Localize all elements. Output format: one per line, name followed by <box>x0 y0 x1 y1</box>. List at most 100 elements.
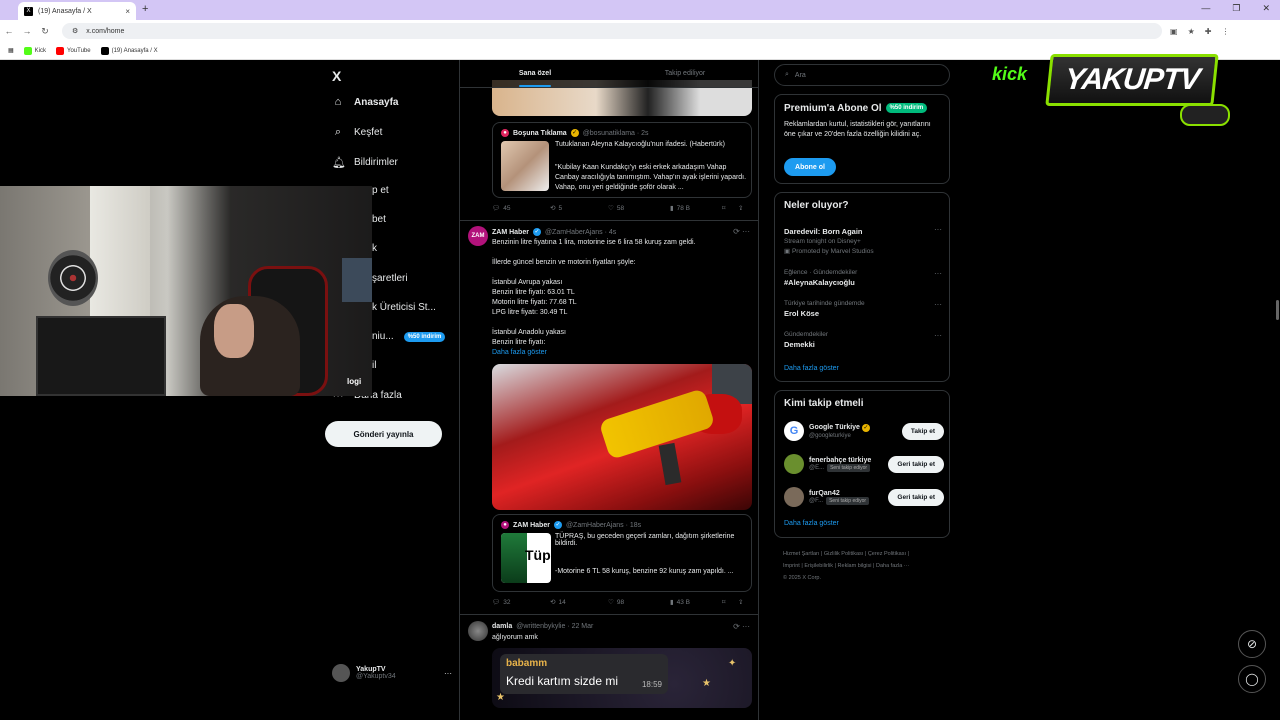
post-author-handle[interactable]: @ZamHaberAjans · 4s <box>545 229 616 236</box>
copyright: © 2025 X Corp. <box>783 575 821 581</box>
nav-creator-studio[interactable]: k Üreticisi St... <box>372 302 436 313</box>
nav-bookmarks[interactable]: şaretleri <box>372 273 408 284</box>
nav-item-partial-3[interactable]: k <box>372 243 377 254</box>
trend-item[interactable]: Daredevil: Born Again Stream tonight on … <box>784 225 942 255</box>
repost-button[interactable]: ⟲ 14 <box>550 598 608 607</box>
post-image-fuel-pump[interactable] <box>492 364 752 510</box>
quoted-post[interactable]: ● Boşuna Tıklama ✓ @bosunatiklama · 2s T… <box>492 122 752 198</box>
trends-show-more-link[interactable]: Daha fazla göster <box>784 365 839 372</box>
back-icon[interactable]: ← <box>0 26 18 36</box>
minimize-icon[interactable]: — <box>1201 3 1210 14</box>
account-switcher[interactable]: YakupTV @Yakuptv34 ··· <box>332 664 452 682</box>
reply-button[interactable]: 💬︎ 45 <box>492 204 550 213</box>
trend-more-icon[interactable]: ··· <box>934 300 942 309</box>
follow-suggestion[interactable]: G Google Türkiye ✓ @googleturkiye Takip … <box>784 419 944 443</box>
footer-link[interactable]: Hizmet Şartları <box>783 551 819 557</box>
verified-badge-icon: ✓ <box>532 228 541 236</box>
subscribe-button[interactable]: Abone ol <box>784 158 836 176</box>
views-button[interactable]: ▮ 78 B <box>670 204 722 213</box>
follow-suggestion[interactable]: furQan42 @F... Seni takip ediyor Geri tak… <box>784 485 944 509</box>
views-button[interactable]: ▮ 43 B <box>670 598 722 607</box>
like-button[interactable]: ♡ 98 <box>608 598 670 607</box>
who-show-more-link[interactable]: Daha fazla göster <box>784 520 839 527</box>
nav-explore[interactable]: ⌕ Keşfet <box>332 126 382 139</box>
apps-icon[interactable]: ▦ <box>8 47 14 54</box>
thumbnail-text: Tüp <box>525 547 551 563</box>
maximize-icon[interactable]: ❐ <box>1232 3 1240 14</box>
nav-profile[interactable]: il <box>372 360 376 371</box>
post-more-icon[interactable]: ⟳ ··· <box>733 227 750 236</box>
tab-following[interactable]: Takip ediliyor <box>610 60 758 87</box>
post-more-icon[interactable]: ⟳ ··· <box>733 622 750 631</box>
footer-link[interactable]: Reklam bilgisi <box>838 563 872 569</box>
nav-premium[interactable]: niu... %50 indirim <box>372 331 446 342</box>
messages-icon[interactable]: ◯ <box>1238 665 1266 693</box>
kick-logo: kick <box>992 64 1028 84</box>
promoted-icon: ▣ <box>784 248 792 255</box>
star-icon: ★ <box>702 678 711 689</box>
bookmark-x[interactable]: (19) Anasayfa / X <box>100 46 158 55</box>
quoted-post[interactable]: ● ZAM Haber ✓ @ZamHaberAjans · 18s Tüp T… <box>492 514 752 592</box>
tab-close-icon[interactable]: × <box>125 7 130 16</box>
share-button[interactable]: ⇪ <box>738 598 743 606</box>
nav-item-partial-2[interactable]: bet <box>372 214 386 225</box>
show-more-link[interactable]: Daha fazla göster <box>492 349 547 356</box>
close-window-icon[interactable]: ✕ <box>1262 3 1270 14</box>
trend-item[interactable]: Türkiye tarihinde gündemde Erol Köse ··· <box>784 300 942 318</box>
nav-home[interactable]: ⌂ Anasayfa <box>332 96 399 108</box>
footer-link[interactable]: Çerez Politikası <box>868 551 906 557</box>
trend-more-icon[interactable]: ··· <box>934 225 942 234</box>
trends-title: Neler oluyor? <box>784 200 849 211</box>
search-input[interactable]: ⌕ Ara <box>774 64 950 86</box>
forward-icon[interactable]: → <box>18 26 36 36</box>
post-author-name[interactable]: ZAM Haber <box>492 229 529 236</box>
share-button[interactable]: ⇪ <box>738 204 743 212</box>
footer-link[interactable]: Imprint <box>783 563 800 569</box>
avatar[interactable] <box>468 621 488 641</box>
follow-back-button[interactable]: Geri takip et <box>888 455 944 473</box>
scrollbar[interactable] <box>1276 300 1279 320</box>
image-hose <box>658 442 682 486</box>
bookmark-button[interactable]: ⌑ <box>722 204 738 212</box>
home-icon: ⌂ <box>334 96 342 108</box>
post-author-handle[interactable]: @writtenbykylie · 22 Mar <box>516 623 593 630</box>
views-icon: ▮ <box>670 205 674 212</box>
trend-more-icon[interactable]: ··· <box>934 331 942 340</box>
tab-for-you[interactable]: Sana özel <box>460 60 610 87</box>
trend-more-icon[interactable]: ··· <box>934 269 942 278</box>
avatar[interactable]: ZAM <box>468 226 488 246</box>
webcam-overlay <box>0 186 372 396</box>
profile-more-icon[interactable]: ··· <box>444 669 452 678</box>
post-text: Benzinin litre fiyatına 1 lira, motorine… <box>492 239 696 346</box>
thumbnail-green-panel <box>501 533 527 583</box>
post-image-chat[interactable]: babamm Kredi kartım sizde mi 18:59 ★ ★ ✦ <box>492 648 752 708</box>
premium-title: Premium'a Abone Ol %50 indirim <box>784 103 928 114</box>
nav-notifications[interactable]: 🔔︎ Bildirimler <box>332 156 398 169</box>
footer-link[interactable]: Daha fazla ··· <box>876 563 909 569</box>
repost-button[interactable]: ⟲ 5 <box>550 204 608 213</box>
nav-item-partial-1[interactable]: p et <box>372 185 389 196</box>
site-info-icon[interactable]: ⚙ <box>72 27 78 35</box>
reply-button[interactable]: 💬︎ 32 <box>492 598 550 607</box>
new-tab-button[interactable]: + <box>142 3 148 15</box>
post-author-name[interactable]: damla <box>492 623 512 630</box>
follow-button[interactable]: Takip et <box>901 422 944 440</box>
follow-suggestion[interactable]: fenerbahçe türkiye @E... Seni takip ediyo… <box>784 452 944 476</box>
like-button[interactable]: ♡ 58 <box>608 204 670 213</box>
x-logo[interactable]: X <box>332 68 341 84</box>
bookmark-youtube[interactable]: YouTube <box>56 46 91 55</box>
bookmark-icon: ⌑ <box>722 205 726 212</box>
post-divider <box>460 614 758 615</box>
follow-back-button[interactable]: Geri takip et <box>888 488 944 506</box>
bookmark-kick[interactable]: Kick <box>23 46 46 55</box>
footer-link[interactable]: Gizlilik Politikası <box>824 551 863 557</box>
bookmark-button[interactable]: ⌑ <box>722 598 738 606</box>
grok-icon[interactable]: ⊘ <box>1238 630 1266 658</box>
reload-icon[interactable]: ↻ <box>36 26 54 37</box>
post-button[interactable]: Gönderi yayınla <box>325 421 442 447</box>
trend-item[interactable]: Eğlence · Gündemdekiler #AleynaKalaycıoğ… <box>784 269 942 287</box>
footer-link[interactable]: Erişilebilirlik <box>804 563 833 569</box>
follows-you-badge: Seni takip ediyor <box>827 464 871 472</box>
trend-item[interactable]: Gündemdekiler Demekki ··· <box>784 331 942 349</box>
browser-tab[interactable]: X (19) Anasayfa / X × <box>18 2 136 20</box>
